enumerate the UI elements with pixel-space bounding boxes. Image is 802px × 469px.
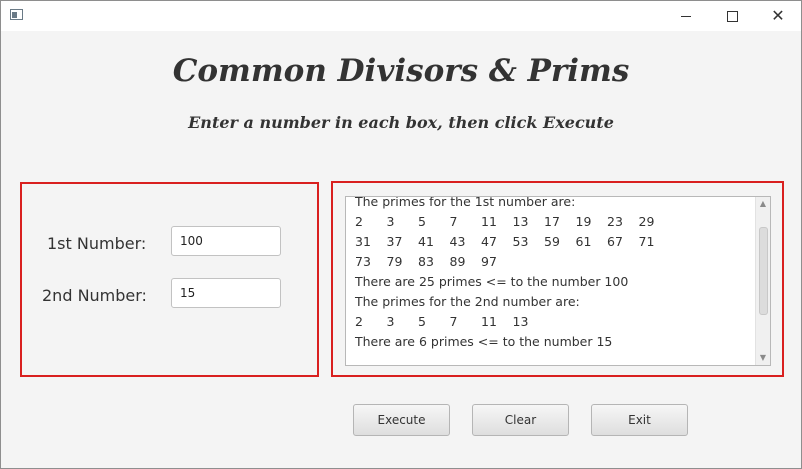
prime-value: 89 <box>449 254 466 269</box>
prime-value: 2 <box>355 214 363 229</box>
prime-value: 17 <box>544 214 560 229</box>
prime-value: 59 <box>544 234 560 249</box>
close-button[interactable]: ✕ <box>755 1 801 31</box>
prime-value: 71 <box>638 234 655 249</box>
prime-value: 3 <box>386 314 395 329</box>
prime-value: 7 <box>449 314 458 329</box>
primes-first-row: 73 79 83 89 97 <box>355 252 753 272</box>
prime-value: 61 <box>575 234 592 249</box>
prime-value: 53 <box>512 234 529 249</box>
minimize-icon <box>681 15 691 17</box>
prime-value: 67 <box>607 234 623 249</box>
app-icon <box>10 9 23 20</box>
prime-value: 3 <box>386 214 395 229</box>
primes-first-heading: The primes for the 1st number are: <box>355 196 576 209</box>
second-number-input[interactable] <box>171 278 281 308</box>
output-text-area[interactable]: The primes for the 1st number are: 23571… <box>345 196 771 366</box>
prime-value: 11 <box>481 314 497 329</box>
prime-value: 79 <box>386 254 403 269</box>
scroll-thumb[interactable] <box>759 227 768 315</box>
first-number-label: 1st Number: <box>47 234 147 253</box>
prime-value: 23 <box>607 214 623 229</box>
prime-value: 43 <box>449 234 466 249</box>
vertical-scrollbar[interactable]: ▲ ▼ <box>755 197 770 365</box>
prime-value: 41 <box>418 234 434 249</box>
prime-value: 11 <box>481 214 497 229</box>
scroll-down-icon[interactable]: ▼ <box>756 351 770 365</box>
clear-button[interactable]: Clear <box>472 404 569 436</box>
prime-value: 83 <box>418 254 434 269</box>
input-panel: 1st Number: 2nd Number: <box>20 182 319 377</box>
prime-value: 5 <box>418 314 426 329</box>
primes-second-count: There are 6 primes <= to the number 15 <box>355 334 613 349</box>
output-content: The primes for the 1st number are: 23571… <box>355 196 753 352</box>
prime-value: 5 <box>418 214 426 229</box>
prime-value: 2 <box>355 314 363 329</box>
prime-value: 7 <box>449 214 458 229</box>
page-title: Common Divisors & Prims <box>172 53 630 89</box>
prime-value: 47 <box>481 234 497 249</box>
prime-value: 73 <box>355 254 371 269</box>
output-panel: The primes for the 1st number are: 23571… <box>331 181 784 377</box>
second-number-label: 2nd Number: <box>42 286 147 305</box>
scroll-up-icon[interactable]: ▲ <box>756 197 770 211</box>
prime-value: 13 <box>512 214 529 229</box>
prime-value: 13 <box>512 314 529 329</box>
first-number-input[interactable] <box>171 226 281 256</box>
execute-button[interactable]: Execute <box>353 404 450 436</box>
prime-value: 37 <box>386 234 403 249</box>
prime-value: 19 <box>575 214 592 229</box>
app-window: ✕ Common Divisors & Prims Enter a number… <box>0 0 802 469</box>
exit-button[interactable]: Exit <box>591 404 688 436</box>
primes-second-row: 2 3 5 7 11 13 <box>355 312 753 332</box>
title-bar: ✕ <box>1 1 801 31</box>
prime-value: 29 <box>638 214 655 229</box>
page-subtitle: Enter a number in each box, then click E… <box>188 113 614 132</box>
primes-second-heading: The primes for the 2nd number are: <box>355 294 580 309</box>
maximize-icon <box>726 10 738 22</box>
prime-value: 97 <box>481 254 497 269</box>
primes-first-count: There are 25 primes <= to the number 100 <box>355 274 629 289</box>
minimize-button[interactable] <box>663 1 709 31</box>
prime-value: 31 <box>355 234 371 249</box>
primes-first-row: 2 3 5 7 11 13 17 19 23 29 <box>355 212 753 232</box>
close-icon: ✕ <box>771 6 785 25</box>
primes-first-row: 31 37 41 43 47 53 59 61 67 71 <box>355 232 753 252</box>
maximize-button[interactable] <box>709 1 755 31</box>
